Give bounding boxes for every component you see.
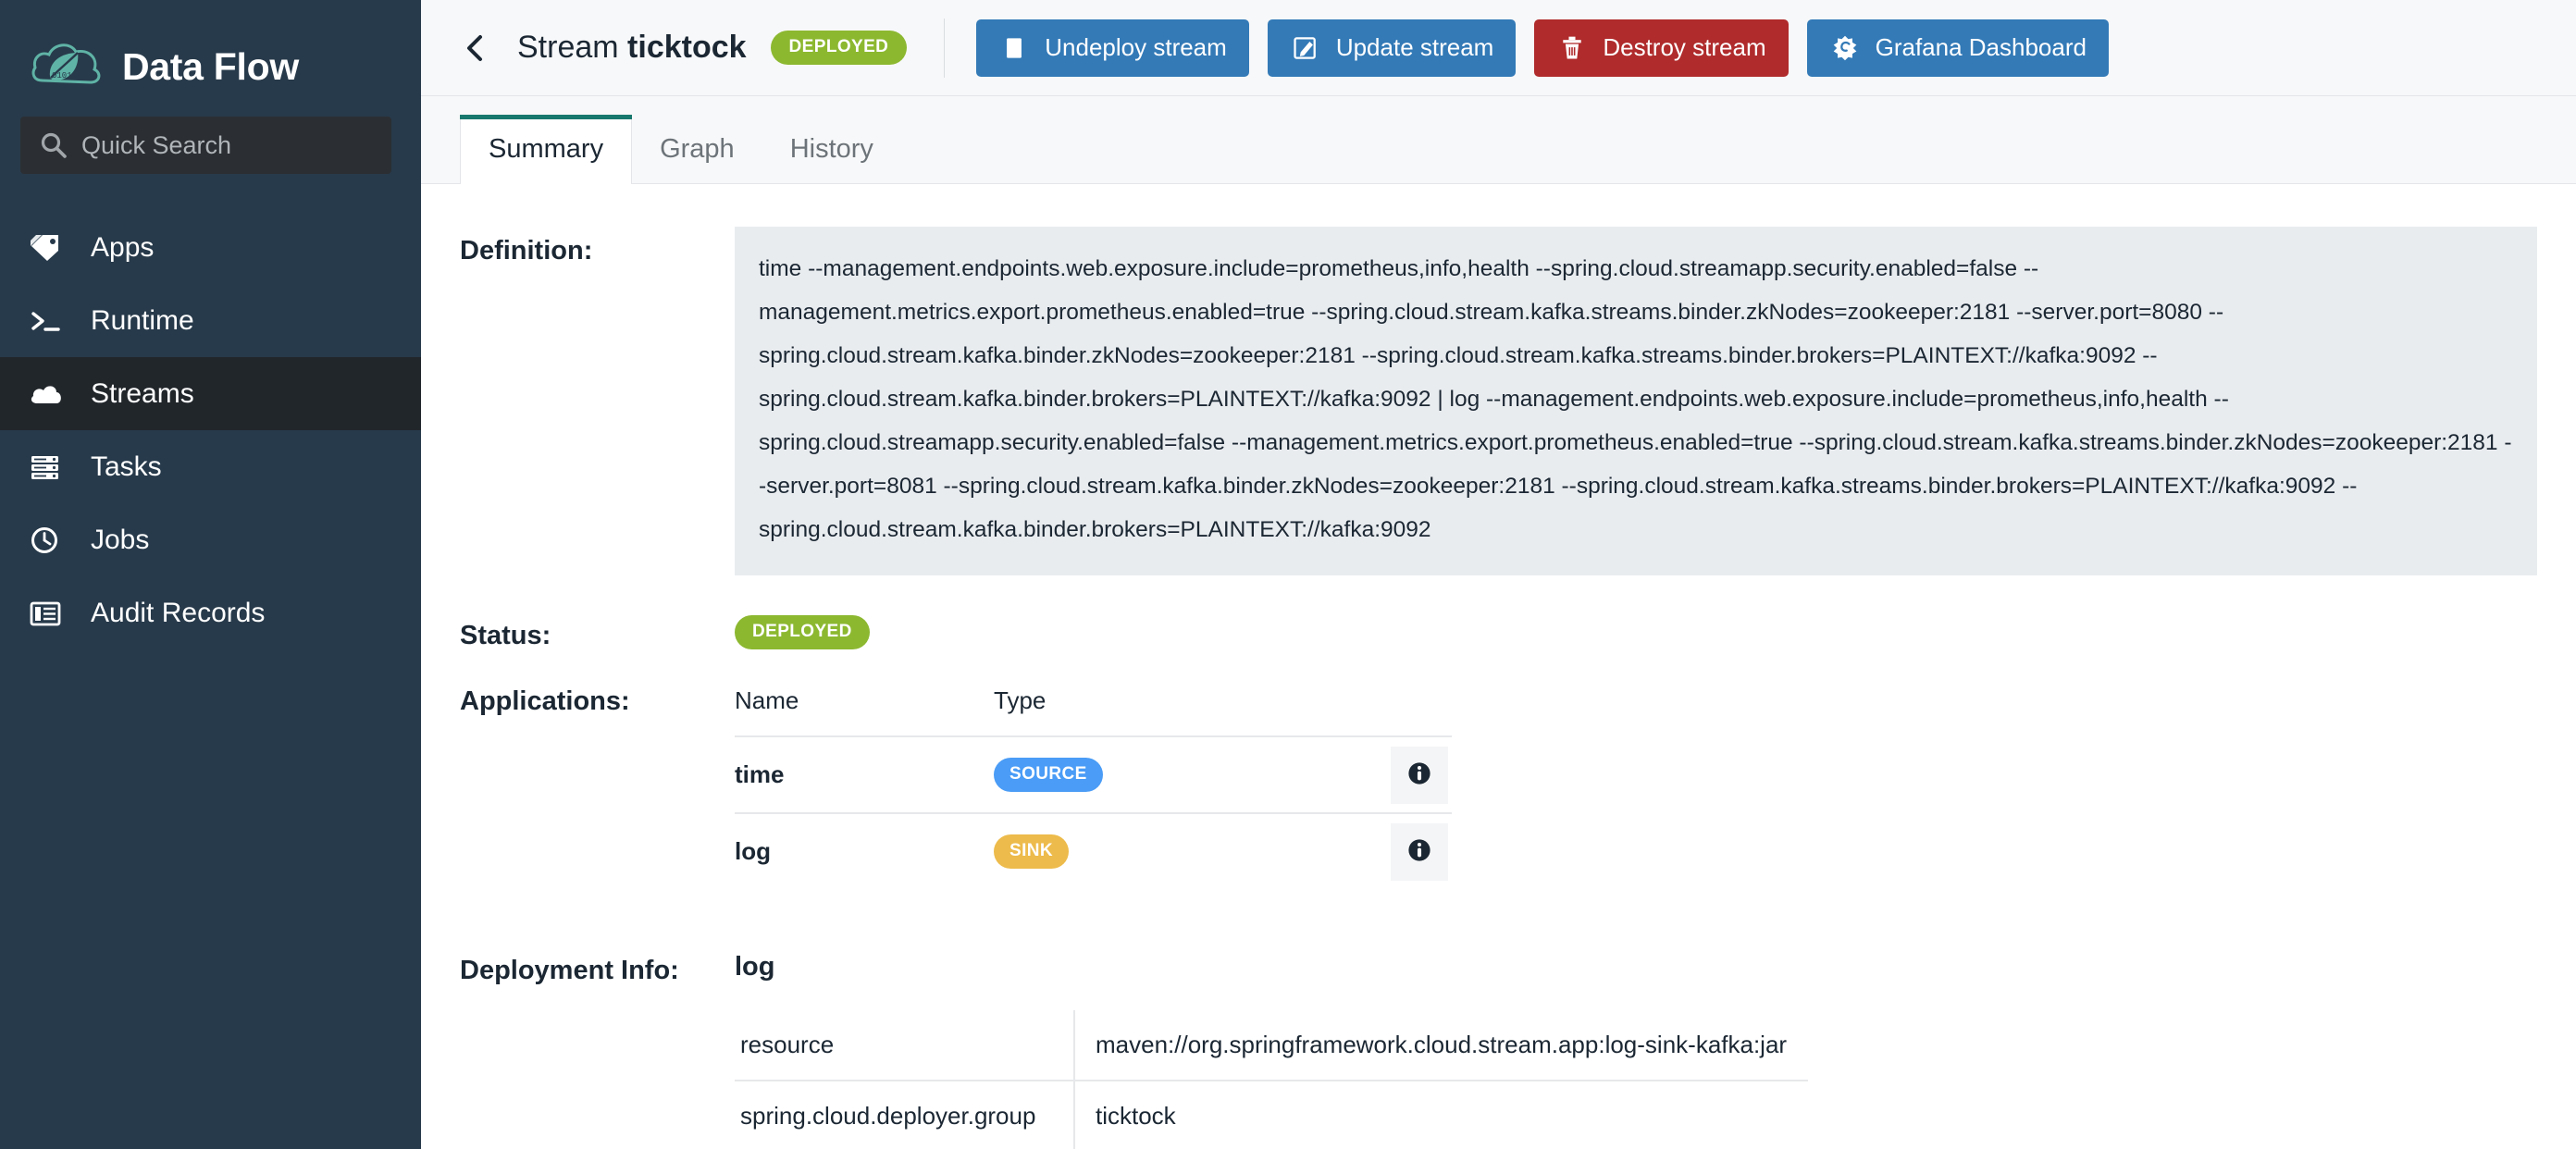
cloud-icon [28, 378, 70, 410]
application-type: SOURCE [994, 758, 1387, 792]
sidebar-item-label: Streams [91, 377, 194, 409]
pencil-square-icon [1290, 32, 1321, 64]
undeploy-stream-button[interactable]: Undeploy stream [976, 19, 1249, 77]
update-stream-label: Update stream [1335, 33, 1494, 61]
toolbar-divider [944, 18, 946, 78]
terminal-prompt-icon [28, 305, 70, 337]
table-row: spring.cloud.deployer.group ticktock [735, 1080, 1808, 1149]
sidebar-item-streams[interactable]: Streams [0, 357, 421, 430]
sidebar-item-label: Runtime [91, 304, 194, 336]
tab-history[interactable]: History [762, 115, 901, 183]
column-header-type: Type [994, 686, 1046, 714]
list-records-icon [28, 598, 70, 629]
table-row: resource maven://org.springframework.clo… [735, 1010, 1808, 1080]
update-stream-button[interactable]: Update stream [1267, 19, 1517, 77]
applications-label: Applications: [460, 686, 630, 716]
tags-icon [28, 232, 70, 264]
sidebar-item-label: Tasks [91, 451, 162, 482]
summary-panel: Definition: time --management.endpoints.… [421, 184, 2576, 1149]
grafana-icon [1829, 32, 1861, 64]
trash-icon [1556, 32, 1588, 64]
application-name: time [735, 760, 785, 788]
status-badge-value: DEPLOYED [735, 615, 870, 649]
status-value: DEPLOYED [735, 615, 870, 649]
deployment-value: ticktock [1096, 1102, 1176, 1130]
tab-summary[interactable]: Summary [460, 115, 633, 184]
applications-table-header: Name Type [735, 681, 1452, 735]
search-box[interactable] [20, 117, 391, 174]
definition-value: time --management.endpoints.web.exposure… [735, 227, 2537, 575]
search-input[interactable] [81, 130, 373, 160]
status-badge: DEPLOYED [770, 31, 908, 65]
sidebar: 0101 Data Flow Quick Search Apps Runtime… [0, 0, 421, 1149]
svg-text:0101: 0101 [52, 71, 72, 80]
tab-graph[interactable]: Graph [632, 115, 762, 183]
info-circle-icon [1407, 761, 1431, 788]
brand-title: Data Flow [122, 44, 299, 88]
sidebar-nav: Apps Runtime Streams Tasks Jobs Audit Re… [0, 211, 421, 649]
definition-label: Definition: [460, 236, 593, 266]
deployment-info-label: Deployment Info: [460, 956, 679, 985]
app-root: 0101 Data Flow Quick Search Apps Runtime… [0, 0, 2576, 1149]
sidebar-item-runtime[interactable]: Runtime [0, 284, 421, 357]
sidebar-item-label: Jobs [91, 524, 150, 555]
sidebar-item-tasks[interactable]: Tasks [0, 430, 421, 503]
destroy-stream-button[interactable]: Destroy stream [1534, 19, 1789, 77]
sidebar-item-apps[interactable]: Apps [0, 211, 421, 284]
applications-table: Name Type time SOURCE log SINK [735, 681, 1452, 889]
sidebar-item-audit-records[interactable]: Audit Records [0, 576, 421, 649]
definition-row: Definition: time --management.endpoints.… [460, 227, 2537, 575]
page-title: Stream ticktock [517, 30, 747, 66]
page-title-prefix: Stream [517, 30, 628, 65]
application-name: log [735, 837, 771, 865]
tab-history-label: History [789, 133, 873, 164]
stream-name: ticktock [627, 30, 747, 65]
brand[interactable]: 0101 Data Flow [0, 0, 421, 109]
application-info-button[interactable] [1391, 822, 1448, 881]
deployment-info-row: Deployment Info: log resource maven://or… [460, 950, 2537, 1149]
tab-graph-label: Graph [660, 133, 735, 164]
search-icon [39, 130, 68, 160]
deployment-key: spring.cloud.deployer.group [735, 1081, 1075, 1149]
grafana-dashboard-button[interactable]: Grafana Dashboard [1806, 19, 2109, 77]
deployment-key: resource [735, 1010, 1075, 1080]
undeploy-stream-label: Undeploy stream [1045, 33, 1227, 61]
application-info-button[interactable] [1391, 746, 1448, 804]
type-badge-source: SOURCE [994, 758, 1103, 792]
sidebar-item-label: Audit Records [91, 597, 266, 628]
server-stack-icon [28, 451, 70, 483]
column-header-name: Name [735, 686, 799, 714]
table-row: log SINK [735, 812, 1452, 889]
deployment-value: maven://org.springframework.cloud.stream… [1096, 1031, 1788, 1058]
type-badge-sink: SINK [994, 834, 1069, 869]
info-circle-icon [1407, 838, 1431, 865]
topbar: Stream ticktock DEPLOYED Undeploy stream… [421, 0, 2576, 96]
deployment-app-name: log [735, 952, 775, 982]
spring-cloud-leaf-logo-icon: 0101 [30, 38, 105, 95]
application-type: SINK [994, 834, 1387, 869]
stop-square-icon [998, 32, 1030, 64]
chevron-left-icon[interactable] [460, 32, 491, 64]
status-label: Status: [460, 621, 551, 650]
deployment-info-table: resource maven://org.springframework.clo… [735, 1010, 1808, 1149]
tab-bar: Summary Graph History [421, 96, 2576, 184]
applications-row: Applications: Name Type time SOURCE log … [460, 681, 2537, 889]
main-content: Stream ticktock DEPLOYED Undeploy stream… [421, 0, 2576, 1149]
grafana-dashboard-label: Grafana Dashboard [1875, 33, 2087, 61]
sidebar-item-label: Apps [91, 231, 155, 263]
destroy-stream-label: Destroy stream [1603, 33, 1766, 61]
table-row: time SOURCE [735, 735, 1452, 812]
tab-summary-label: Summary [489, 134, 604, 164]
sidebar-item-jobs[interactable]: Jobs [0, 503, 421, 576]
status-row: Status: DEPLOYED [460, 615, 2537, 651]
clock-icon [28, 525, 70, 556]
